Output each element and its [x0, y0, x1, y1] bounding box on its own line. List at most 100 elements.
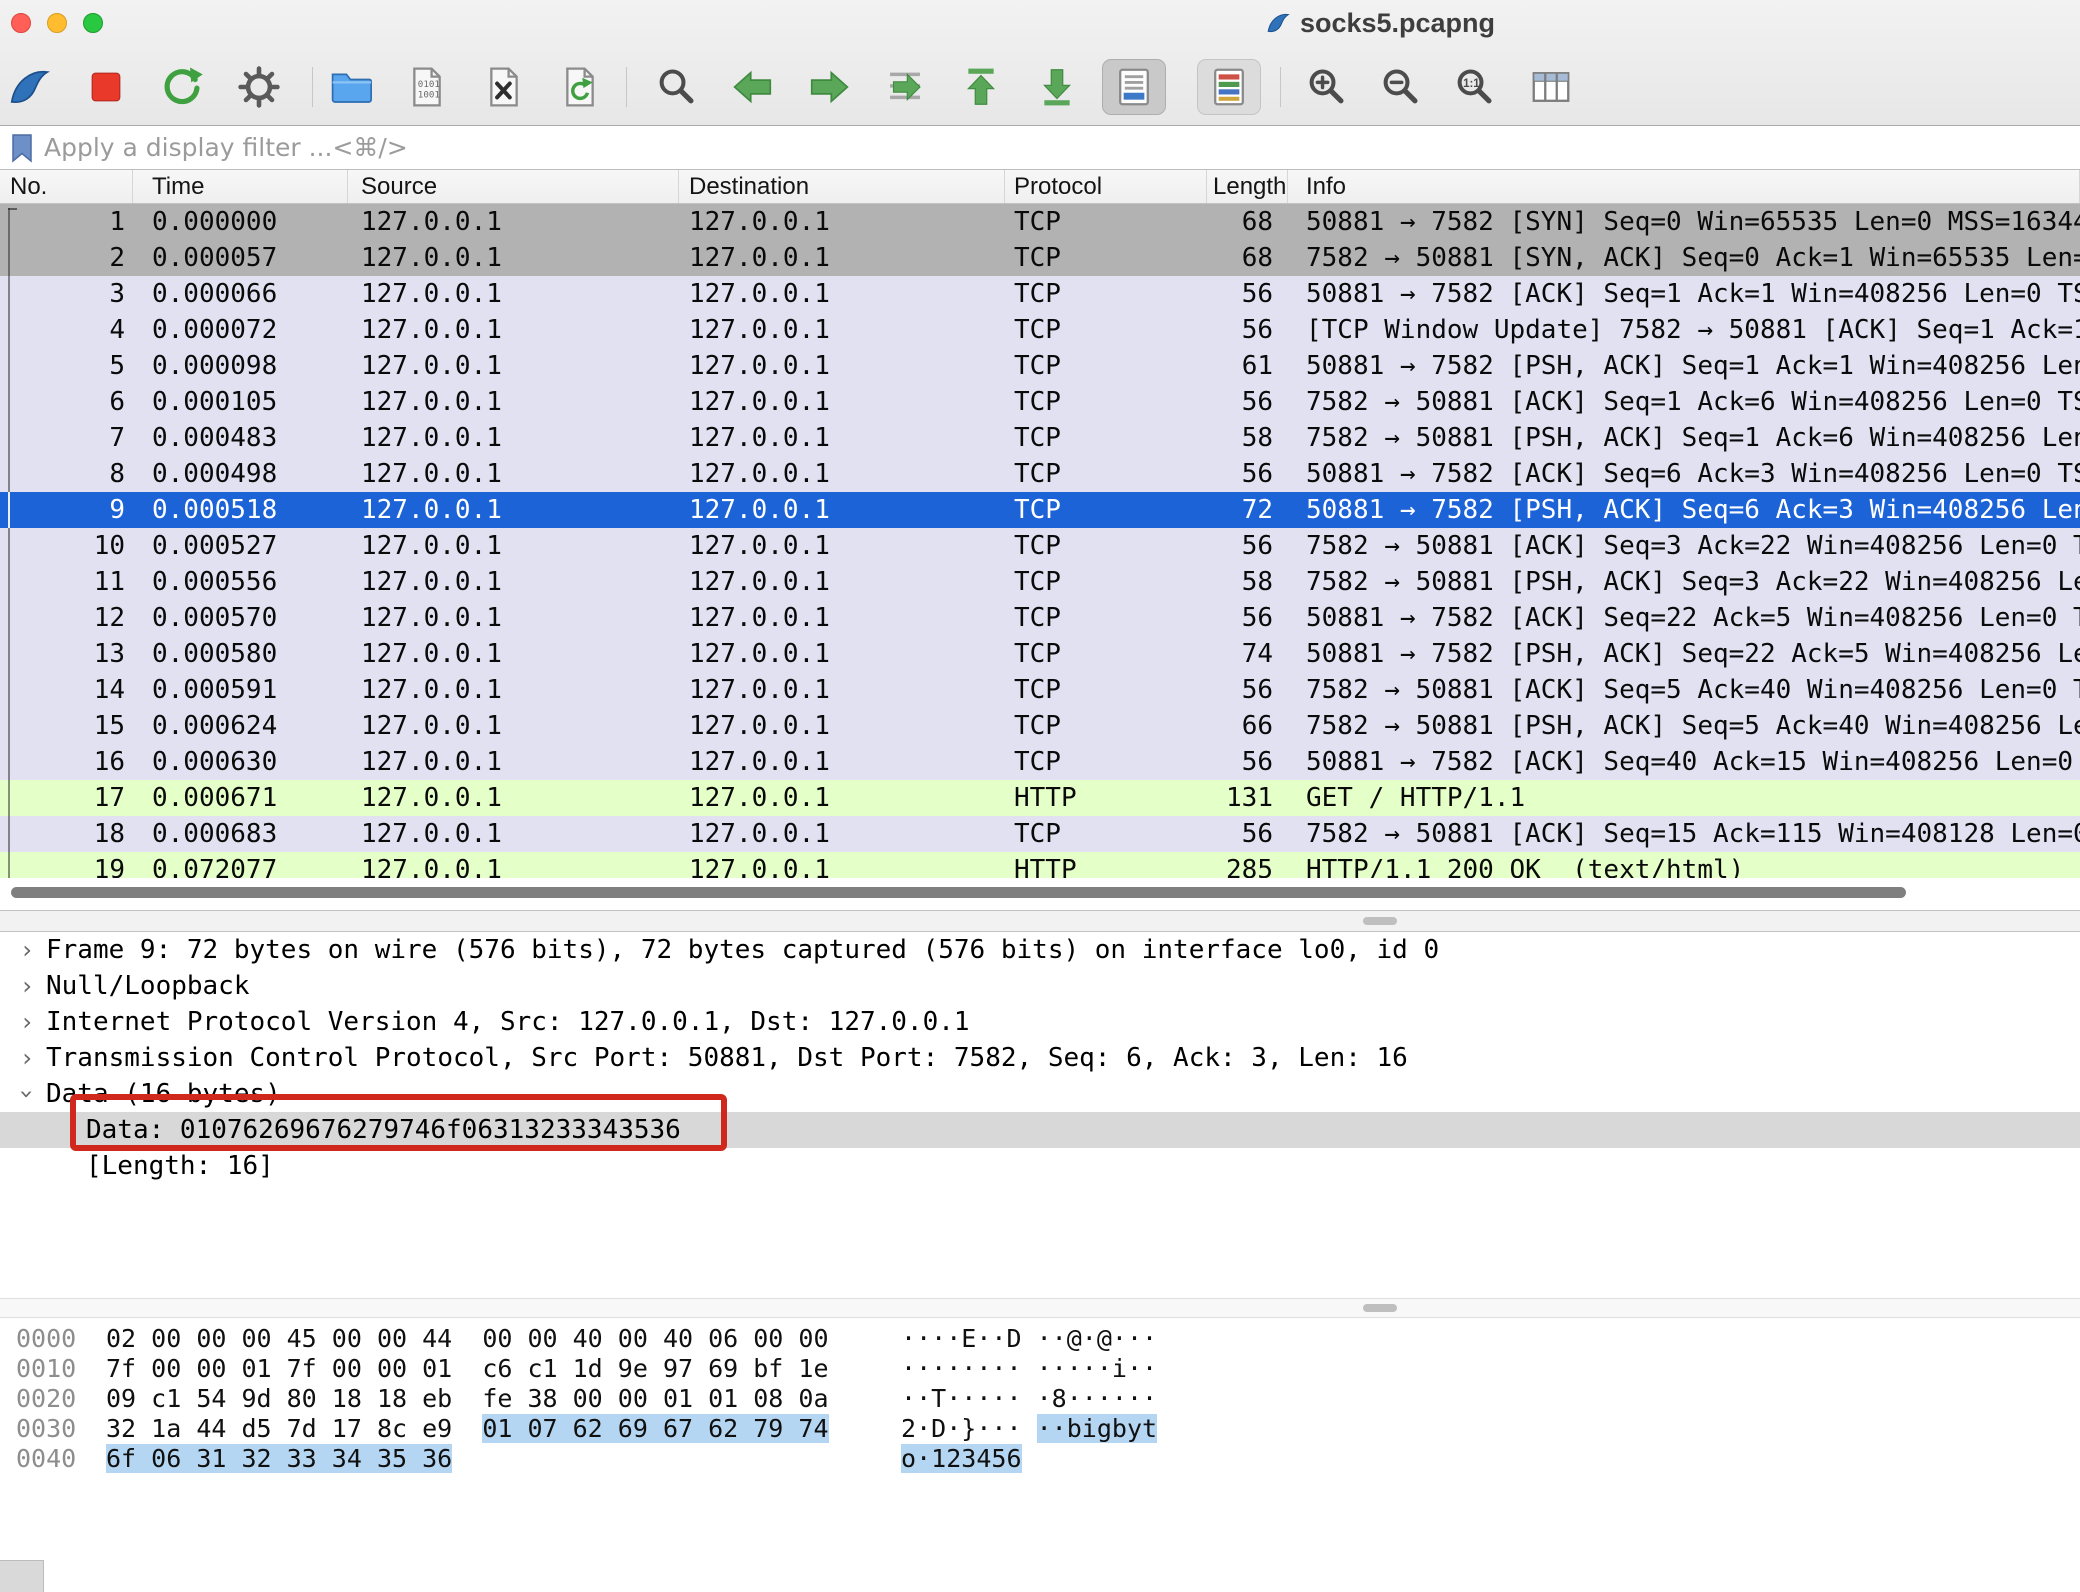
cell-proto: HTTP	[1005, 780, 1207, 816]
chevron-collapsed-icon[interactable]: ›	[14, 1040, 40, 1076]
hex-row[interactable]: 002009 c1 54 9d 80 18 18 eb fe 38 00 00 …	[16, 1384, 2080, 1414]
detail-line[interactable]: [Length: 16]	[0, 1148, 2080, 1184]
cell-no: 17	[0, 780, 133, 816]
zoom-in-button[interactable]	[1298, 59, 1354, 115]
packet-row[interactable]: 30.000066127.0.0.1127.0.0.1TCP5650881 → …	[0, 276, 2080, 312]
cell-info: 50881 → 7582 [PSH, ACK] Seq=6 Ack=3 Win=…	[1288, 492, 2080, 528]
chevron-collapsed-icon[interactable]: ›	[14, 968, 40, 1004]
go-to-last-packet-button[interactable]	[1029, 59, 1085, 115]
cell-dst: 127.0.0.1	[679, 420, 1005, 456]
resize-columns-button[interactable]	[1523, 59, 1579, 115]
detail-line[interactable]: ›Internet Protocol Version 4, Src: 127.0…	[0, 1004, 2080, 1040]
hex-row[interactable]: 00406f 06 31 32 33 34 35 36 o·123456	[16, 1444, 2080, 1474]
go-to-packet-button[interactable]	[877, 59, 933, 115]
svg-text:1:1: 1:1	[1463, 78, 1480, 90]
packet-row[interactable]: 160.000630127.0.0.1127.0.0.1TCP5650881 →…	[0, 744, 2080, 780]
stop-icon	[83, 64, 129, 110]
packet-row[interactable]: 70.000483127.0.0.1127.0.0.1TCP587582 → 5…	[0, 420, 2080, 456]
packet-row[interactable]: 190.072077127.0.0.1127.0.0.1HTTP285HTTP/…	[0, 852, 2080, 878]
close-window-button[interactable]	[11, 13, 31, 33]
cell-no: 16	[0, 744, 133, 780]
packet-row[interactable]: 10.000000127.0.0.1127.0.0.1TCP6850881 → …	[0, 204, 2080, 240]
chevron-collapsed-icon[interactable]: ›	[14, 932, 40, 968]
cell-info: 7582 → 50881 [ACK] Seq=1 Ack=6 Win=40825…	[1288, 384, 2080, 420]
cell-proto: TCP	[1005, 528, 1207, 564]
hex-row[interactable]: 000002 00 00 00 45 00 00 44 00 00 40 00 …	[16, 1324, 2080, 1354]
pane-splitter-bottom[interactable]	[0, 1298, 2080, 1318]
zoom-out-button[interactable]	[1372, 59, 1428, 115]
fullscreen-window-button[interactable]	[83, 13, 103, 33]
column-header-length[interactable]: Length	[1207, 170, 1288, 203]
go-forward-button[interactable]	[801, 59, 857, 115]
open-file-button[interactable]	[323, 59, 379, 115]
colorize-toggle[interactable]	[1197, 59, 1261, 115]
hex-row[interactable]: 003032 1a 44 d5 7d 17 8c e9 01 07 62 69 …	[16, 1414, 2080, 1444]
packet-row[interactable]: 130.000580127.0.0.1127.0.0.1TCP7450881 →…	[0, 636, 2080, 672]
save-file-button[interactable]: 0101 1001	[399, 59, 455, 115]
display-filter-input[interactable]	[44, 129, 2064, 165]
packet-row[interactable]: 90.000518127.0.0.1127.0.0.1TCP7250881 → …	[0, 492, 2080, 528]
packet-row[interactable]: 50.000098127.0.0.1127.0.0.1TCP6150881 → …	[0, 348, 2080, 384]
chevron-expanded-icon[interactable]: ›	[9, 1081, 45, 1107]
start-capture-button[interactable]	[1, 59, 57, 115]
zoom-original-button[interactable]: 1:1	[1446, 59, 1502, 115]
arrow-to-top-icon	[958, 64, 1004, 110]
h-scrollbar-thumb[interactable]	[11, 887, 1906, 898]
arrow-to-bottom-icon	[1034, 64, 1080, 110]
stop-capture-button[interactable]	[78, 59, 134, 115]
column-header-info[interactable]: Info	[1288, 170, 2080, 203]
go-back-button[interactable]	[725, 59, 781, 115]
packet-row[interactable]: 170.000671127.0.0.1127.0.0.1HTTP131GET /…	[0, 780, 2080, 816]
packet-row[interactable]: 150.000624127.0.0.1127.0.0.1TCP667582 → …	[0, 708, 2080, 744]
cell-time: 0.000518	[133, 492, 348, 528]
search-icon	[653, 64, 699, 110]
column-header-source[interactable]: Source	[348, 170, 679, 203]
packet-row[interactable]: 120.000570127.0.0.1127.0.0.1TCP5650881 →…	[0, 600, 2080, 636]
cell-dst: 127.0.0.1	[679, 276, 1005, 312]
detail-line[interactable]: ›Frame 9: 72 bytes on wire (576 bits), 7…	[0, 932, 2080, 968]
resize-columns-icon	[1528, 64, 1574, 110]
splitter-handle-icon[interactable]	[1363, 917, 1397, 925]
detail-line[interactable]: ›Transmission Control Protocol, Src Port…	[0, 1040, 2080, 1076]
cell-len: 61	[1207, 348, 1288, 384]
cell-proto: TCP	[1005, 204, 1207, 240]
column-header-destination[interactable]: Destination	[679, 170, 1005, 203]
column-header-protocol[interactable]: Protocol	[1005, 170, 1207, 203]
column-header-time[interactable]: Time	[133, 170, 348, 203]
packet-row[interactable]: 140.000591127.0.0.1127.0.0.1TCP567582 → …	[0, 672, 2080, 708]
pane-splitter-top[interactable]	[0, 910, 2080, 932]
reload-file-button[interactable]	[552, 59, 608, 115]
restart-capture-button[interactable]	[154, 59, 210, 115]
cell-dst: 127.0.0.1	[679, 708, 1005, 744]
minimize-window-button[interactable]	[47, 13, 67, 33]
cell-proto: TCP	[1005, 672, 1207, 708]
packet-row[interactable]: 60.000105127.0.0.1127.0.0.1TCP567582 → 5…	[0, 384, 2080, 420]
cell-info: 7582 → 50881 [ACK] Seq=15 Ack=115 Win=40…	[1288, 816, 2080, 852]
close-file-button[interactable]	[476, 59, 532, 115]
cell-src: 127.0.0.1	[348, 528, 679, 564]
packet-row[interactable]: 80.000498127.0.0.1127.0.0.1TCP5650881 → …	[0, 456, 2080, 492]
splitter-handle-icon[interactable]	[1363, 1304, 1397, 1312]
auto-scroll-toggle[interactable]	[1102, 59, 1166, 115]
packet-row[interactable]: 40.000072127.0.0.1127.0.0.1TCP56[TCP Win…	[0, 312, 2080, 348]
zoom-original-icon: 1:1	[1451, 64, 1497, 110]
cell-time: 0.000527	[133, 528, 348, 564]
cell-len: 68	[1207, 204, 1288, 240]
detail-line[interactable]: Data: 01076269676279746f06313233343536	[0, 1112, 2080, 1148]
cell-src: 127.0.0.1	[348, 312, 679, 348]
cell-time: 0.000591	[133, 672, 348, 708]
hex-row[interactable]: 00107f 00 00 01 7f 00 00 01 c6 c1 1d 9e …	[16, 1354, 2080, 1384]
find-packet-button[interactable]	[648, 59, 704, 115]
column-header-no[interactable]: No.	[0, 170, 133, 203]
go-to-first-packet-button[interactable]	[953, 59, 1009, 115]
detail-line[interactable]: ›Data (16 bytes)	[0, 1076, 2080, 1112]
capture-options-button[interactable]	[231, 59, 287, 115]
hex-offset: 0040	[16, 1444, 106, 1474]
packet-row[interactable]: 110.000556127.0.0.1127.0.0.1TCP587582 → …	[0, 564, 2080, 600]
packet-row[interactable]: 180.000683127.0.0.1127.0.0.1TCP567582 → …	[0, 816, 2080, 852]
bookmark-icon[interactable]	[9, 133, 35, 163]
chevron-collapsed-icon[interactable]: ›	[14, 1004, 40, 1040]
detail-line[interactable]: ›Null/Loopback	[0, 968, 2080, 1004]
packet-row[interactable]: 100.000527127.0.0.1127.0.0.1TCP567582 → …	[0, 528, 2080, 564]
packet-row[interactable]: 20.000057127.0.0.1127.0.0.1TCP687582 → 5…	[0, 240, 2080, 276]
